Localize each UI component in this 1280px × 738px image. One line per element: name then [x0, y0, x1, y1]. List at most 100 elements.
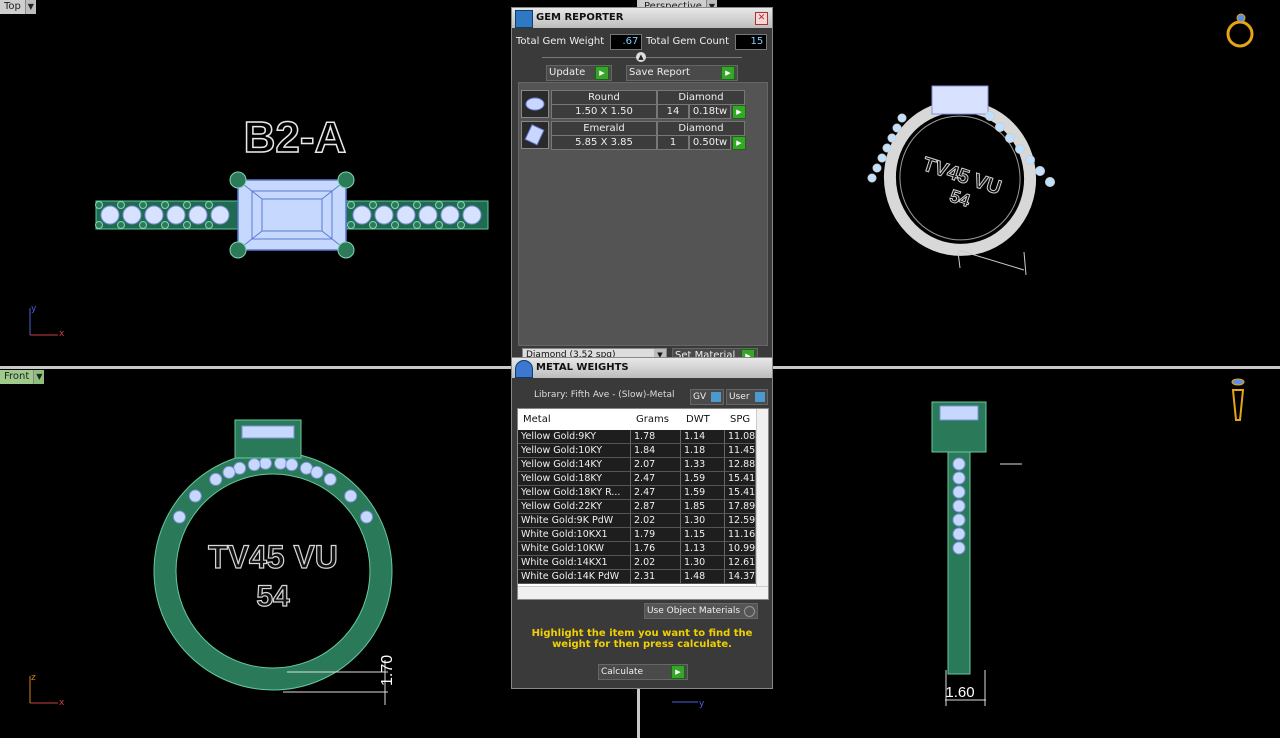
prong: [95, 201, 103, 209]
side-stone: [209, 472, 223, 486]
axis-y-label: y: [699, 699, 705, 709]
play-icon[interactable]: ▶: [732, 136, 746, 150]
metal-weights-logo-icon: [515, 360, 533, 378]
table-cell: 2.87: [631, 500, 681, 514]
side-stone: [897, 113, 907, 123]
side-stone: [418, 205, 438, 225]
table-row[interactable]: Yellow Gold:9KY 1.78 1.14 11.08: [518, 430, 756, 444]
gv-label: GV: [693, 392, 707, 402]
chevron-down-icon[interactable]: ▼: [33, 370, 45, 384]
table-row[interactable]: Yellow Gold:18KY 2.47 1.59 15.41: [518, 472, 756, 486]
table-cell: 1.18: [681, 444, 725, 458]
play-icon[interactable]: ▶: [732, 105, 746, 119]
table-cell: 11.45: [725, 444, 756, 458]
close-icon[interactable]: ✕: [755, 12, 768, 25]
prong: [183, 221, 191, 229]
table-row[interactable]: Yellow Gold:22KY 2.87 1.85 17.89: [518, 500, 756, 514]
gem-size: 1.50 X 1.50: [551, 104, 657, 119]
panel-title: GEM REPORTER: [536, 12, 624, 23]
table-cell: 1.85: [681, 500, 725, 514]
update-label: Update: [549, 67, 586, 78]
prong: [117, 221, 125, 229]
table-cell: 1.15: [681, 528, 725, 542]
total-count-value: 15: [735, 34, 768, 50]
viewport-label-top[interactable]: Top ▼: [0, 0, 36, 14]
emerald-gem-icon: [521, 121, 549, 149]
panel-title-bar[interactable]: GEM REPORTER ✕: [512, 8, 772, 28]
table-row[interactable]: Yellow Gold:14KY 2.07 1.33 12.88: [518, 458, 756, 472]
table-row[interactable]: White Gold:14KX1 2.02 1.30 12.61: [518, 556, 756, 570]
axis-x-label: x: [59, 329, 65, 339]
prong: [347, 221, 355, 229]
side-stone: [952, 457, 966, 471]
table-cell: Yellow Gold:14KY: [518, 458, 631, 472]
vertical-scrollbar[interactable]: [756, 409, 768, 587]
collapse-icon[interactable]: ▲: [636, 52, 646, 62]
table-cell: 1.59: [681, 472, 725, 486]
table-cell: 2.02: [631, 556, 681, 570]
gem-reporter-panel: GEM REPORTER ✕ Total Gem Weight .67 Tota…: [511, 7, 773, 369]
table-cell: 11.08: [725, 430, 756, 444]
table-row[interactable]: White Gold:14K PdW 2.31 1.48 14.37: [518, 570, 756, 584]
prong: [391, 201, 399, 209]
column-header[interactable]: Grams: [636, 414, 669, 425]
table-row[interactable]: Yellow Gold:18KY R... 2.47 1.59 15.41: [518, 486, 756, 500]
prong: [435, 221, 443, 229]
gem-count: 14: [657, 104, 689, 119]
use-object-materials-toggle[interactable]: Use Object Materials: [644, 603, 758, 619]
prong: [369, 201, 377, 209]
gem-count: 1: [657, 135, 689, 150]
side-stone: [360, 510, 374, 524]
table-cell: 1.14: [681, 430, 725, 444]
radio-icon: [744, 605, 755, 617]
table-row[interactable]: White Gold:9K PdW 2.02 1.30 12.59: [518, 514, 756, 528]
table-cell: 10.99: [725, 542, 756, 556]
user-toggle[interactable]: User: [726, 389, 768, 405]
prong: [391, 221, 399, 229]
column-header[interactable]: DWT: [686, 414, 710, 425]
side-stone: [172, 510, 186, 524]
side-stone: [952, 513, 966, 527]
side-stone: [188, 489, 202, 503]
chevron-down-icon[interactable]: ▼: [24, 0, 36, 14]
gem-row[interactable]: Round Diamond 1.50 X 1.50 14 0.18tw ▶: [519, 88, 767, 119]
side-stone: [374, 205, 394, 225]
update-button[interactable]: Update ▶: [546, 65, 612, 81]
axis-x-label: x: [59, 698, 65, 708]
horizontal-scrollbar[interactable]: [518, 586, 768, 599]
save-report-button[interactable]: Save Report ▶: [626, 65, 738, 81]
prong: [139, 201, 147, 209]
table-cell: 1.79: [631, 528, 681, 542]
table-row[interactable]: White Gold:10KW 1.76 1.13 10.99: [518, 542, 756, 556]
gem-cut: Emerald: [551, 121, 657, 136]
viewport-label-front[interactable]: Front ▼: [0, 370, 45, 384]
calculate-button[interactable]: Calculate ▶: [598, 664, 688, 680]
table-row[interactable]: White Gold:10KX1 1.79 1.15 11.16: [518, 528, 756, 542]
table-cell: 2.02: [631, 514, 681, 528]
gem-row[interactable]: Emerald Diamond 5.85 X 3.85 1 0.50tw ▶: [519, 119, 767, 150]
prong: [413, 221, 421, 229]
column-header[interactable]: Metal: [523, 414, 551, 425]
side-stone: [166, 205, 186, 225]
prong: [435, 201, 443, 209]
prong: [161, 201, 169, 209]
gem-weight: 0.18tw: [689, 104, 731, 119]
table-cell: White Gold:9K PdW: [518, 514, 631, 528]
side-stone: [882, 143, 892, 153]
panel-title-bar[interactable]: METAL WEIGHTS: [512, 358, 772, 378]
side-stone: [995, 122, 1005, 132]
table-row[interactable]: Yellow Gold:10KY 1.84 1.18 11.45: [518, 444, 756, 458]
viewport-name: Top: [0, 0, 25, 14]
total-weight-value: .67: [610, 34, 643, 50]
table-cell: 14.37: [725, 570, 756, 584]
prong: [457, 221, 465, 229]
metal-table-header: Metal Grams DWT SPG: [518, 409, 756, 429]
column-header[interactable]: SPG: [730, 414, 750, 425]
metal-table[interactable]: Metal Grams DWT SPG Yellow Gold:9KY 1.78 1…: [517, 408, 769, 600]
gv-toggle[interactable]: GV: [690, 389, 724, 405]
table-cell: 2.07: [631, 458, 681, 472]
side-stone: [310, 465, 324, 479]
user-label: User: [729, 392, 750, 402]
side-stone: [344, 489, 358, 503]
side-stone: [892, 123, 902, 133]
